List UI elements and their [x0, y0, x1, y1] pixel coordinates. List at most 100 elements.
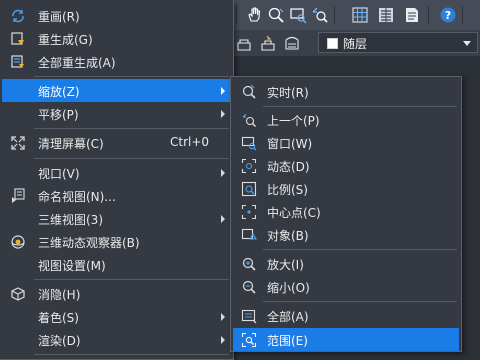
menu-item-view-settings[interactable]: 视图设置(M)	[2, 253, 231, 276]
menu-item-pan[interactable]: 平移(P)	[2, 102, 231, 125]
zoom-previous-button[interactable]	[310, 5, 330, 25]
submenu-arrow-icon	[221, 215, 225, 223]
menu-item-label: 重画(R)	[38, 10, 80, 24]
zoom-window-icon	[240, 134, 257, 151]
toolbar-separator	[236, 6, 237, 24]
menu-item-label: 重生成(G)	[38, 33, 93, 47]
zoom-realtime-icon	[268, 7, 284, 23]
menu-item-label: 消隐(H)	[38, 288, 81, 302]
menu-item-clean-screen[interactable]: 清理屏幕(C) Ctrl+0	[2, 131, 231, 154]
menu-item-label: 全部(A)	[267, 310, 309, 324]
menu-item-regen-all[interactable]: 全部重生成(A)	[2, 50, 231, 73]
layer-state-button[interactable]	[234, 33, 254, 53]
regen-icon	[9, 30, 26, 47]
hide-icon	[9, 285, 26, 302]
menu-item-label: 全部重生成(A)	[38, 56, 116, 70]
pan-button[interactable]	[244, 5, 264, 25]
submenu-arrow-icon	[221, 313, 225, 321]
menu-item-label: 命名视图(N)...	[38, 190, 116, 204]
menu-item-zoom-center[interactable]: 中心点(C)	[233, 200, 459, 223]
zoom-submenu: 实时(R) 上一个(P) 窗口(W) 动态(D) 比例(S) 中心点(C) 对象…	[230, 76, 462, 352]
menu-item-label: 视口(V)	[38, 167, 80, 181]
menu-item-zoom[interactable]: 缩放(Z)	[2, 79, 231, 102]
toolbar-separator	[428, 6, 429, 24]
menu-item-label: 平移(P)	[38, 108, 79, 122]
menu-item-label: 中心点(C)	[267, 206, 321, 220]
menu-item-render[interactable]: 渲染(D)	[2, 328, 231, 351]
zoom-realtime-button[interactable]	[266, 5, 286, 25]
menu-item-zoom-realtime[interactable]: 实时(R)	[233, 80, 459, 103]
help-button[interactable]: ?	[438, 5, 458, 25]
menu-separator	[263, 106, 457, 107]
menu-item-label: 范围(E)	[267, 334, 308, 348]
zoom-previous-icon	[240, 111, 257, 128]
menu-item-named-views[interactable]: 命名视图(N)...	[2, 184, 231, 207]
menu-item-zoom-previous[interactable]: 上一个(P)	[233, 108, 459, 131]
menu-item-viewports[interactable]: 视口(V)	[2, 161, 231, 184]
chevron-down-icon	[463, 41, 471, 46]
menu-separator	[34, 279, 229, 280]
standard-toolbar: ?	[232, 0, 480, 30]
menu-item-label: 窗口(W)	[267, 137, 313, 151]
regen-all-icon	[9, 53, 26, 70]
zoom-all-icon	[240, 307, 257, 324]
menu-separator	[34, 158, 229, 159]
zoom-extents-icon	[240, 331, 257, 348]
menu-item-label: 视图设置(M)	[38, 259, 106, 273]
menu-item-zoom-out[interactable]: 缩小(O)	[233, 275, 459, 298]
sheet-icon	[406, 8, 418, 22]
sheet-button[interactable]	[402, 5, 422, 25]
grid-button[interactable]	[350, 5, 370, 25]
menu-item-label: 三维动态观察器(B)	[38, 236, 140, 250]
menu-item-label: 渲染(D)	[38, 334, 81, 348]
pan-icon	[248, 7, 261, 22]
menu-item-zoom-window[interactable]: 窗口(W)	[233, 131, 459, 154]
help-icon: ?	[440, 7, 456, 23]
submenu-arrow-icon	[221, 87, 225, 95]
menu-item-zoom-dynamic[interactable]: 动态(D)	[233, 154, 459, 177]
submenu-arrow-icon	[221, 110, 225, 118]
zoom-out-icon	[240, 278, 257, 295]
menu-item-label: 对象(B)	[267, 229, 309, 243]
menu-item-zoom-object[interactable]: 对象(B)	[233, 223, 459, 246]
menu-item-zoom-in[interactable]: 放大(I)	[233, 252, 459, 275]
menu-item-label: 缩放(Z)	[38, 85, 80, 99]
menu-separator	[263, 301, 457, 302]
layer-state-icon	[237, 39, 251, 51]
named-view-icon	[9, 187, 26, 204]
menu-item-regen[interactable]: 重生成(G)	[2, 27, 231, 50]
redraw-icon	[9, 7, 26, 24]
submenu-arrow-icon	[221, 336, 225, 344]
menu-item-3d-views[interactable]: 三维视图(3)	[2, 207, 231, 230]
menu-item-3d-orbit[interactable]: 三维动态观察器(B)	[2, 230, 231, 253]
clean-screen-icon	[9, 134, 26, 151]
layer-previous-button[interactable]	[258, 33, 278, 53]
properties-button[interactable]	[376, 5, 396, 25]
orbit-icon	[9, 233, 26, 250]
layer-manager-icon	[285, 36, 299, 50]
menu-item-shade[interactable]: 着色(S)	[2, 305, 231, 328]
menu-separator	[34, 128, 229, 129]
menu-item-label: 缩小(O)	[267, 281, 310, 295]
menu-item-label: 比例(S)	[267, 183, 308, 197]
zoom-center-icon	[240, 203, 257, 220]
menu-separator	[34, 354, 229, 355]
zoom-object-icon	[240, 226, 257, 243]
layer-manager-button[interactable]	[282, 33, 302, 53]
menu-item-zoom-extents[interactable]: 范围(E)	[233, 328, 459, 351]
menu-separator	[263, 249, 457, 250]
menu-item-redraw[interactable]: 重画(R)	[2, 4, 231, 27]
zoom-scale-icon	[240, 180, 257, 197]
menu-item-hide[interactable]: 消隐(H)	[2, 282, 231, 305]
color-control-dropdown[interactable]: 随层	[318, 32, 478, 53]
menu-item-zoom-all[interactable]: 全部(A)	[233, 304, 459, 327]
menu-separator	[34, 76, 229, 77]
menu-item-label: 上一个(P)	[267, 114, 320, 128]
submenu-arrow-icon	[221, 169, 225, 177]
menu-item-shortcut: Ctrl+0	[170, 135, 210, 149]
toolbar-separator	[334, 6, 335, 24]
menu-item-zoom-scale[interactable]: 比例(S)	[233, 177, 459, 200]
zoom-window-button[interactable]	[288, 5, 308, 25]
menu-item-label: 清理屏幕(C)	[38, 137, 104, 151]
color-swatch	[327, 38, 338, 49]
